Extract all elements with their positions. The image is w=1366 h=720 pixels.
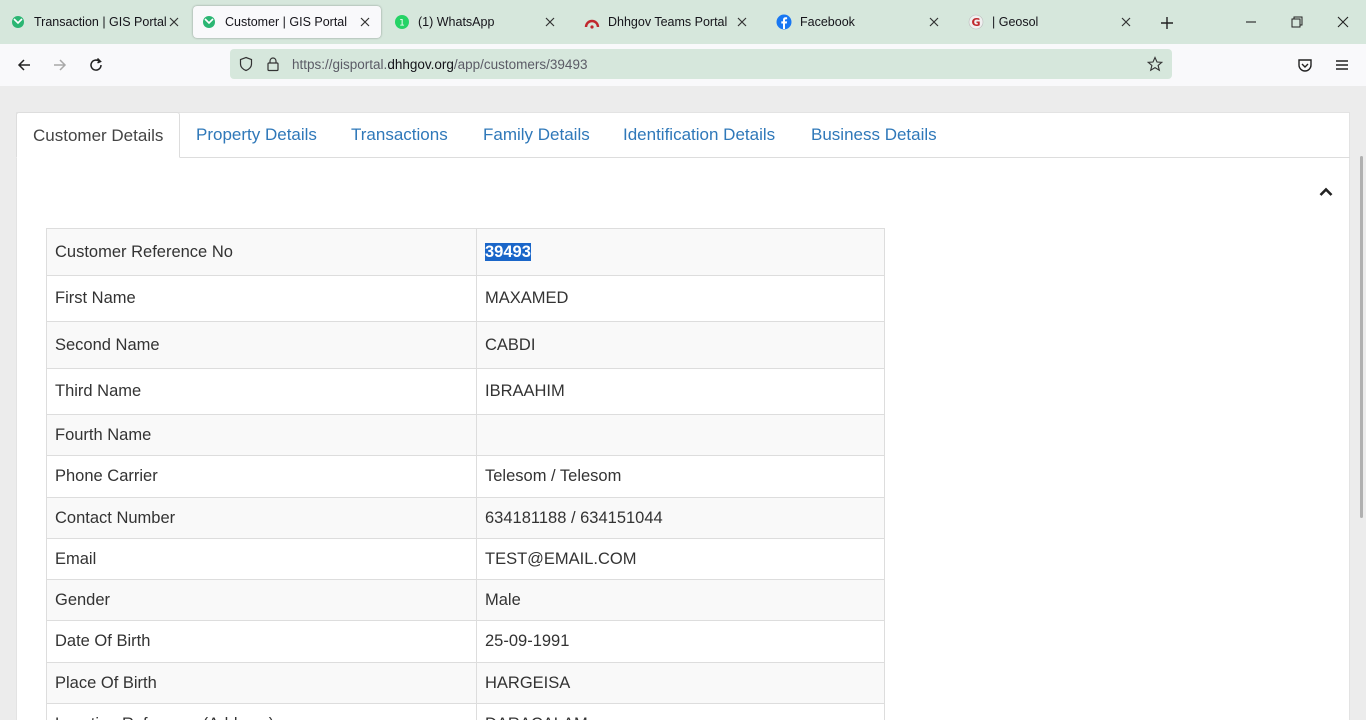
back-button[interactable] [11,53,37,77]
browser-tab-facebook[interactable]: Facebook [768,6,950,38]
field-label: Third Name [46,368,477,415]
field-value: MAXAMED [476,275,885,322]
table-row: Contact Number 634181188 / 634151044 [46,497,885,539]
whatsapp-icon: 1 [394,14,410,30]
lock-icon[interactable] [265,56,281,72]
page-scrollbar[interactable] [1360,156,1363,518]
tab-customer-details[interactable]: Customer Details [16,112,181,158]
field-value: CABDI [476,321,885,369]
table-row: First Name MAXAMED [46,275,885,322]
shield-icon[interactable] [238,56,254,72]
url-path: /app/customers/39493 [453,57,588,72]
browser-tab-title: Facebook [800,15,855,29]
field-value: 25-09-1991 [476,620,885,663]
forward-button[interactable] [47,53,73,77]
url-text[interactable]: https://gisportal.dhhgov.org/app/custome… [292,57,587,72]
field-label: Location Reference (Address) [46,703,477,720]
browser-tab-teams-portal[interactable]: Dhhgov Teams Portal [576,6,758,38]
browser-tab-geosol[interactable]: G | Geosol [960,6,1142,38]
pocket-icon[interactable] [1292,53,1318,77]
table-row: Location Reference (Address) DARACALAM [46,703,885,720]
close-window-button[interactable] [1330,10,1356,34]
menu-icon[interactable] [1329,53,1355,77]
field-label: Phone Carrier [46,455,477,498]
tab-property-details[interactable]: Property Details [180,112,333,158]
table-row: Gender Male [46,579,885,621]
browser-tab-strip: Transaction | GIS Portal Customer | GIS … [0,0,1366,44]
minimize-window-button[interactable] [1238,10,1264,34]
facebook-icon [776,14,792,30]
field-value: HARGEISA [476,662,885,704]
table-row: Place Of Birth HARGEISA [46,662,885,704]
table-row: Second Name CABDI [46,321,885,369]
close-tab-icon[interactable] [166,14,182,30]
detail-tabs: Customer Details Property Details Transa… [16,112,1350,158]
close-tab-icon[interactable] [357,14,373,30]
browser-tab-title: Dhhgov Teams Portal [608,15,728,29]
geosol-icon: G [968,14,984,30]
table-row: Date Of Birth 25-09-1991 [46,620,885,663]
gis-portal-icon [10,14,26,30]
tab-identification-details[interactable]: Identification Details [607,112,791,158]
field-label: Date Of Birth [46,620,477,663]
field-label: Gender [46,579,477,621]
svg-text:G: G [971,16,980,29]
field-value [476,414,885,456]
url-domain: dhhgov.org [387,57,454,72]
field-value: IBRAAHIM [476,368,885,415]
restore-window-button[interactable] [1284,10,1310,34]
gis-portal-icon [201,14,217,30]
field-value: 39493 [476,228,885,276]
address-bar[interactable]: https://gisportal.dhhgov.org/app/custome… [230,49,1172,79]
customer-details-table: Customer Reference No 39493 First Name M… [46,228,885,720]
collapse-chevron-up-icon[interactable] [1316,182,1336,202]
field-value: Telesom / Telesom [476,455,885,498]
browser-tab-title: | Geosol [992,15,1039,29]
bookmark-star-icon[interactable] [1147,56,1163,72]
teams-portal-icon [584,14,600,30]
field-value: TEST@EMAIL.COM [476,538,885,580]
browser-tab-whatsapp[interactable]: 1 (1) WhatsApp [386,6,566,38]
tab-business-details[interactable]: Business Details [795,112,953,158]
svg-text:1: 1 [399,19,405,29]
field-label: Email [46,538,477,580]
new-tab-button[interactable] [1156,12,1178,34]
tab-transactions[interactable]: Transactions [335,112,464,158]
table-row: Fourth Name [46,414,885,456]
table-row: Phone Carrier Telesom / Telesom [46,455,885,498]
field-label: Contact Number [46,497,477,539]
field-label: Customer Reference No [46,228,477,276]
table-row: Customer Reference No 39493 [46,228,885,276]
field-value: DARACALAM [476,703,885,720]
close-tab-icon[interactable] [734,14,750,30]
field-label: Second Name [46,321,477,369]
field-value: Male [476,579,885,621]
field-label: Place Of Birth [46,662,477,704]
browser-tab-customer[interactable]: Customer | GIS Portal [193,6,381,38]
field-label: Fourth Name [46,414,477,456]
url-prefix: https://gisportal. [292,57,388,72]
table-row: Third Name IBRAAHIM [46,368,885,415]
table-row: Email TEST@EMAIL.COM [46,538,885,580]
browser-tab-title: (1) WhatsApp [418,15,495,29]
close-tab-icon[interactable] [1118,14,1134,30]
browser-tab-title: Customer | GIS Portal [225,15,348,29]
close-tab-icon[interactable] [926,14,942,30]
field-value: 634181188 / 634151044 [476,497,885,539]
browser-tab-title: Transaction | GIS Portal [34,15,166,29]
close-tab-icon[interactable] [542,14,558,30]
field-label: First Name [46,275,477,322]
customer-reference-value[interactable]: 39493 [485,242,531,261]
tab-family-details[interactable]: Family Details [467,112,606,158]
reload-button[interactable] [83,53,109,77]
browser-tab-transaction[interactable]: Transaction | GIS Portal [2,6,190,38]
